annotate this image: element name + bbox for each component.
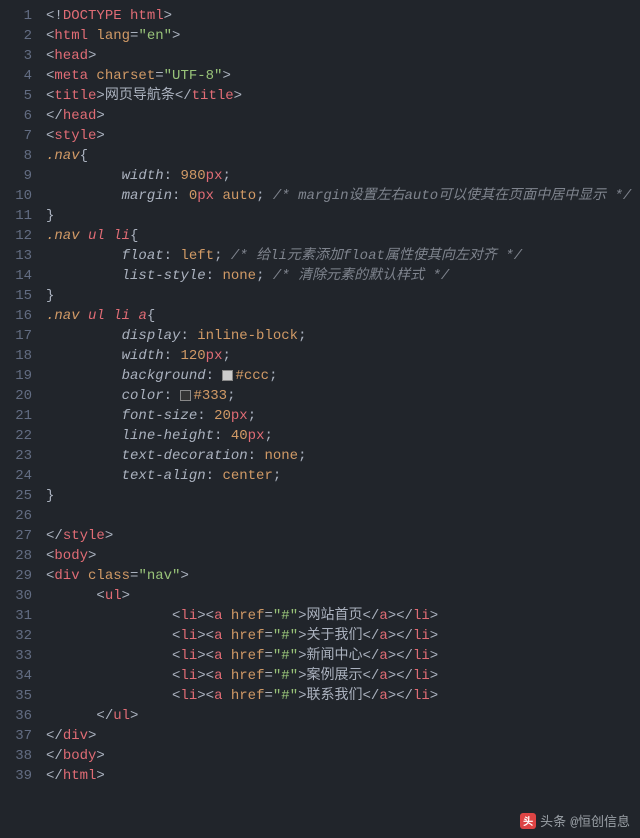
line-number: 23	[0, 446, 32, 466]
code-editor: 1234567891011121314151617181920212223242…	[0, 0, 640, 838]
line-number: 15	[0, 286, 32, 306]
code-line: <style>	[46, 126, 640, 146]
line-number: 3	[0, 46, 32, 66]
line-number: 39	[0, 766, 32, 786]
watermark: 头 头条 @恒创信息	[520, 811, 630, 830]
line-number: 38	[0, 746, 32, 766]
code-line: <html lang="en">	[46, 26, 640, 46]
line-number: 28	[0, 546, 32, 566]
line-number: 1	[0, 6, 32, 26]
code-line: </style>	[46, 526, 640, 546]
line-number: 7	[0, 126, 32, 146]
code-line: <head>	[46, 46, 640, 66]
code-line: </head>	[46, 106, 640, 126]
line-number: 6	[0, 106, 32, 126]
code-line: </div>	[46, 726, 640, 746]
code-line: }	[46, 286, 640, 306]
code-line: <!DOCTYPE html>	[46, 6, 640, 26]
line-number: 30	[0, 586, 32, 606]
code-line: text-align: center;	[46, 466, 640, 486]
line-number: 32	[0, 626, 32, 646]
code-line: </ul>	[46, 706, 640, 726]
line-number: 20	[0, 386, 32, 406]
line-number-gutter: 1234567891011121314151617181920212223242…	[0, 0, 40, 838]
code-line: }	[46, 486, 640, 506]
line-number: 19	[0, 366, 32, 386]
watermark-handle: @恒创信息	[570, 811, 630, 830]
line-number: 25	[0, 486, 32, 506]
line-number: 12	[0, 226, 32, 246]
line-number: 27	[0, 526, 32, 546]
line-number: 36	[0, 706, 32, 726]
line-number: 17	[0, 326, 32, 346]
line-number: 21	[0, 406, 32, 426]
line-number: 4	[0, 66, 32, 86]
line-number: 10	[0, 186, 32, 206]
line-number: 9	[0, 166, 32, 186]
code-line: <li><a href="#">联系我们</a></li>	[46, 686, 640, 706]
code-line: }	[46, 206, 640, 226]
code-line: width: 120px;	[46, 346, 640, 366]
code-line: <ul>	[46, 586, 640, 606]
code-line: display: inline-block;	[46, 326, 640, 346]
code-line: .nav{	[46, 146, 640, 166]
code-line: <li><a href="#">网站首页</a></li>	[46, 606, 640, 626]
line-number: 14	[0, 266, 32, 286]
line-number: 35	[0, 686, 32, 706]
line-number: 5	[0, 86, 32, 106]
code-line: .nav ul li a{	[46, 306, 640, 326]
code-line: </html>	[46, 766, 640, 786]
code-line: <div class="nav">	[46, 566, 640, 586]
watermark-icon: 头	[520, 813, 536, 829]
code-line: line-height: 40px;	[46, 426, 640, 446]
code-line: font-size: 20px;	[46, 406, 640, 426]
code-line: list-style: none; /* 清除元素的默认样式 */	[46, 266, 640, 286]
code-line: <li><a href="#">关于我们</a></li>	[46, 626, 640, 646]
line-number: 33	[0, 646, 32, 666]
code-area[interactable]: <!DOCTYPE html><html lang="en"><head><me…	[40, 0, 640, 838]
code-line: <title>网页导航条</title>	[46, 86, 640, 106]
line-number: 8	[0, 146, 32, 166]
line-number: 26	[0, 506, 32, 526]
code-line: text-decoration: none;	[46, 446, 640, 466]
code-line: width: 980px;	[46, 166, 640, 186]
code-line: color: #333;	[46, 386, 640, 406]
line-number: 13	[0, 246, 32, 266]
watermark-brand: 头条	[540, 811, 566, 830]
code-line: .nav ul li{	[46, 226, 640, 246]
line-number: 22	[0, 426, 32, 446]
line-number: 37	[0, 726, 32, 746]
code-line: <meta charset="UTF-8">	[46, 66, 640, 86]
code-line: <li><a href="#">新闻中心</a></li>	[46, 646, 640, 666]
code-line: float: left; /* 给li元素添加float属性使其向左对齐 */	[46, 246, 640, 266]
code-line: <li><a href="#">案例展示</a></li>	[46, 666, 640, 686]
line-number: 16	[0, 306, 32, 326]
line-number: 11	[0, 206, 32, 226]
line-number: 29	[0, 566, 32, 586]
line-number: 24	[0, 466, 32, 486]
code-line: <body>	[46, 546, 640, 566]
code-line: margin: 0px auto; /* margin设置左右auto可以使其在…	[46, 186, 640, 206]
code-line	[46, 506, 640, 526]
line-number: 34	[0, 666, 32, 686]
line-number: 31	[0, 606, 32, 626]
line-number: 2	[0, 26, 32, 46]
code-line: </body>	[46, 746, 640, 766]
code-line: background: #ccc;	[46, 366, 640, 386]
line-number: 18	[0, 346, 32, 366]
